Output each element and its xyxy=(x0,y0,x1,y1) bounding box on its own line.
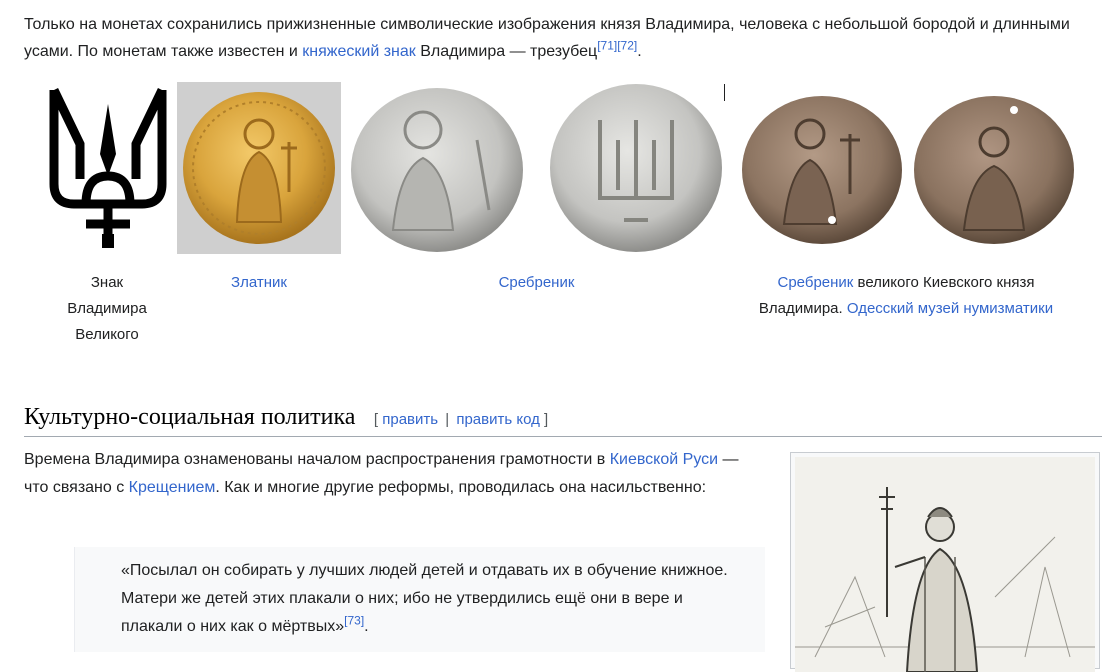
reference-73[interactable]: [73] xyxy=(344,614,364,628)
edit-links: [ править | править код ] xyxy=(374,398,548,442)
text-cursor xyxy=(724,84,725,101)
caption-srebrenik-museum: Сребреник великого Киевского князя Влади… xyxy=(736,270,1076,322)
odessa-museum-link[interactable]: Одесский музей нумизматики xyxy=(847,300,1053,317)
section-title: Культурно-социальная политика xyxy=(24,404,356,430)
srebrenik-link-2[interactable]: Сребреник xyxy=(778,274,854,291)
edit-separator: | xyxy=(445,411,450,428)
vladimir-engraving-figure xyxy=(790,452,1100,672)
section-heading: Культурно-социальная политика [ править … xyxy=(24,398,1102,437)
edit-link[interactable]: править xyxy=(382,411,438,428)
culture-paragraph: Времена Владимира ознаменованы началом р… xyxy=(24,446,749,502)
caption-text: великого Киевского князя xyxy=(853,274,1035,291)
quote-text: «Посылал он собирать у лучших людей дете… xyxy=(121,562,728,635)
srebrenik-bronze-obverse-image[interactable] xyxy=(740,94,904,246)
intro-paragraph: Только на монетах сохранились прижизненн… xyxy=(24,11,1094,65)
intro-text-2: Владимира — трезубец xyxy=(415,43,598,60)
bracket-close: ] xyxy=(544,411,549,428)
srebrenik-link[interactable]: Сребреник xyxy=(499,274,575,291)
quote-end: . xyxy=(364,618,369,635)
caption-line: Знак xyxy=(90,274,124,291)
princely-sign-link[interactable]: княжеский знак xyxy=(302,43,416,60)
srebrenik-reverse-image[interactable] xyxy=(548,80,724,256)
caption-line: Владимира xyxy=(67,300,147,317)
zlatnik-image[interactable] xyxy=(177,82,341,254)
baptism-link[interactable]: Крещением xyxy=(129,479,216,496)
chronicle-quote: «Посылал он собирать у лучших людей дете… xyxy=(74,547,765,652)
srebrenik-obverse-image[interactable] xyxy=(349,80,525,256)
trident-icon xyxy=(49,88,167,248)
edit-code-link[interactable]: править код xyxy=(456,411,540,428)
srebrenik-bronze-reverse-image[interactable] xyxy=(912,94,1076,246)
caption-text-2: Владимира. xyxy=(758,300,847,317)
quote-text-block: «Посылал он собирать у лучших людей дете… xyxy=(121,557,731,641)
intro-end: . xyxy=(637,43,642,60)
caption-srebrenik: Сребреник xyxy=(349,270,724,296)
para-text-3: . Как и многие другие реформы, проводила… xyxy=(215,479,707,496)
para-text: Времена Владимира ознаменованы началом р… xyxy=(24,451,610,468)
bracket-open: [ xyxy=(373,411,379,428)
caption-zlatnik: Златник xyxy=(177,270,341,296)
reference-71[interactable]: [71] xyxy=(597,39,617,53)
zlatnik-link[interactable]: Златник xyxy=(231,274,287,291)
caption-trident-sign: Знак Владимира Великого xyxy=(40,270,174,348)
caption-line: Великого xyxy=(75,326,139,343)
trident-sign-image[interactable] xyxy=(46,84,170,254)
kievan-rus-link[interactable]: Киевской Руси xyxy=(610,451,718,468)
reference-72[interactable]: [72] xyxy=(617,39,637,53)
vladimir-engraving-image[interactable] xyxy=(795,457,1095,672)
